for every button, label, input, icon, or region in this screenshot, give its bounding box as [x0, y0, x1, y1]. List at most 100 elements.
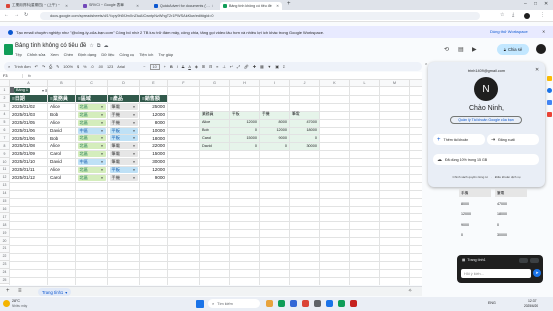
taskbar-explorer-icon[interactable]	[266, 300, 273, 307]
region-dropdown-chip[interactable]: 北區 ▼	[77, 135, 106, 142]
gemini-option-b[interactable]	[530, 257, 539, 263]
date-cell[interactable]: 2025/01/06	[10, 127, 47, 134]
region-dropdown-chip[interactable]: 北區 ▼	[77, 119, 106, 126]
partial-cell[interactable]: 9000	[459, 221, 491, 229]
column-header[interactable]: J	[290, 80, 320, 87]
link-icon[interactable]: 🔗︎	[244, 64, 249, 69]
menu-help[interactable]: Trợ giúp	[158, 52, 173, 57]
browser-tab-2[interactable]: SRVCI ~ Google 表單 ✕	[80, 2, 142, 10]
partial-cell[interactable]: 12000	[459, 210, 491, 218]
formula-input[interactable]	[36, 73, 416, 79]
undo-icon[interactable]: ↶	[35, 64, 38, 69]
manage-account-button[interactable]: Quản lý Tài khoản Google của bạn	[450, 116, 522, 124]
menu-edit[interactable]: Chỉnh sửa	[27, 52, 45, 57]
product-dropdown-chip[interactable]: 手機 ▼	[109, 111, 138, 118]
comment-icon[interactable]: ▤	[458, 46, 464, 53]
storage-button[interactable]: ☁ Đã dùng 10% trong 15 GB	[433, 154, 539, 165]
rotate-icon[interactable]: ⤢	[237, 65, 240, 69]
person-cell[interactable]: Bob	[48, 111, 75, 118]
taskbar-word-icon[interactable]	[326, 300, 333, 307]
table-header-cell[interactable]: ≡ 日期	[10, 94, 47, 103]
clock-date[interactable]: 2025/6/20	[524, 304, 538, 308]
taskbar-ppt-icon[interactable]	[350, 300, 357, 307]
windows-start-icon[interactable]	[196, 300, 204, 308]
date-cell[interactable]: 2025/01/12	[10, 174, 47, 181]
partial-header-cell[interactable]: 筆電	[495, 189, 527, 197]
pivot-cell[interactable]: 0	[230, 127, 259, 134]
bold-icon[interactable]: B	[170, 65, 173, 69]
menu-file[interactable]: Tệp	[15, 52, 22, 57]
person-cell[interactable]: Carol	[48, 174, 75, 181]
column-header[interactable]: E	[140, 80, 168, 87]
person-cell[interactable]: David	[48, 158, 75, 165]
pivot-header-cell[interactable]: 平板	[230, 111, 259, 118]
name-box[interactable]: F3	[3, 73, 23, 78]
person-cell[interactable]: Alice	[48, 103, 75, 110]
table-header-cell[interactable]: ≡ 銷售額	[140, 94, 167, 103]
pivot-header-cell[interactable]: 筆電	[290, 111, 319, 118]
date-cell[interactable]: 2025/01/02	[10, 103, 47, 110]
font-size-field[interactable]: 10	[149, 63, 160, 70]
browser-tab-1[interactable]: 工業用資料(星期四) ~ (上午) ~ ✕	[3, 2, 71, 10]
menu-insert[interactable]: Chèn	[64, 52, 74, 57]
amount-cell[interactable]: 12000	[140, 111, 167, 118]
menu-search-field[interactable]: Trình đơn	[14, 65, 31, 69]
taskbar-search[interactable]: ⌕ Tìm kiếm	[208, 299, 260, 308]
redo-icon[interactable]: ↷	[42, 64, 45, 69]
person-cell[interactable]: Alice	[48, 142, 75, 149]
text-color-icon[interactable]: A	[188, 65, 191, 69]
pivot-cell[interactable]: David	[200, 142, 229, 149]
print-icon[interactable]: ⎙	[49, 65, 52, 69]
filter-views-icon[interactable]: ▣	[275, 64, 279, 69]
share-button[interactable]: 🔒︎ Chia sẻ	[497, 44, 529, 55]
menu-tools[interactable]: Công cụ	[119, 52, 134, 57]
column-header[interactable]: F	[168, 80, 200, 87]
panel-close-icon[interactable]: ✕	[535, 67, 539, 73]
person-cell[interactable]: Alice	[48, 166, 75, 173]
amount-cell[interactable]: 8000	[140, 119, 167, 126]
date-cell[interactable]: 2025/01/09	[10, 150, 47, 157]
close-icon[interactable]: ✕	[212, 4, 213, 8]
pivot-header-cell[interactable]: 業務員	[200, 111, 229, 118]
product-dropdown-chip[interactable]: 手機 ▼	[109, 174, 138, 181]
column-header[interactable]: A	[10, 80, 48, 87]
region-dropdown-chip[interactable]: 北區 ▼	[77, 167, 106, 173]
strikethrough-icon[interactable]: S	[182, 65, 185, 69]
contacts-icon[interactable]	[547, 100, 552, 105]
maps-icon[interactable]	[547, 112, 552, 117]
pivot-cell[interactable]: Bob	[200, 127, 229, 134]
pivot-header-cell[interactable]: 手機	[260, 111, 289, 118]
amount-cell[interactable]: 22000	[140, 142, 167, 149]
paint-format-icon[interactable]: ✎	[56, 64, 59, 69]
new-tab-icon[interactable]: +	[287, 1, 291, 7]
pivot-cell[interactable]: 9000	[260, 134, 289, 141]
person-cell[interactable]: Bob	[48, 134, 75, 141]
gemini-option-a[interactable]	[519, 257, 528, 263]
zoom-select[interactable]: 100%	[63, 65, 73, 69]
close-icon[interactable]: ✕	[65, 4, 68, 8]
pivot-cell[interactable]: 12000	[260, 127, 289, 134]
browser-menu-icon[interactable]: ⋮	[540, 12, 545, 18]
maximize-icon[interactable]: □	[534, 1, 537, 7]
pivot-cell[interactable]: 30000	[290, 142, 319, 149]
forward-icon[interactable]: →	[14, 12, 19, 18]
clock-time[interactable]: 12:37	[528, 299, 537, 303]
history-icon[interactable]: ⟲	[444, 46, 449, 53]
sign-out-button[interactable]: ⇥ Đăng xuất	[487, 134, 539, 145]
partial-header-cell[interactable]: 手機	[459, 189, 491, 197]
sheet-tab-1[interactable]: Trang tính1 ▾	[38, 288, 72, 296]
menu-view[interactable]: Xem	[50, 52, 58, 57]
close-icon[interactable]: ✕	[136, 4, 139, 8]
region-dropdown-chip[interactable]: 北區 ▼	[77, 143, 106, 150]
star-doc-icon[interactable]: ☆	[89, 43, 93, 49]
region-dropdown-chip[interactable]: 中區 ▼	[77, 127, 106, 134]
back-icon[interactable]: ←	[4, 12, 9, 18]
increase-decimal-button[interactable]: .00	[98, 65, 103, 69]
date-cell[interactable]: 2025/01/11	[10, 166, 47, 173]
product-dropdown-chip[interactable]: 平板 ▼	[109, 127, 138, 134]
region-dropdown-chip[interactable]: 北區 ▼	[77, 111, 106, 118]
spreadsheet-grid[interactable]: Bảng 1 ▾ ⊞ ABCDEFGHIJKLMN123456789101112…	[0, 80, 422, 285]
font-size-minus-icon[interactable]: −	[143, 65, 145, 69]
filter-icon[interactable]: ▼	[268, 65, 272, 69]
browser-tab-4[interactable]: Bảng tính không có tiêu đề ✕	[220, 1, 282, 10]
